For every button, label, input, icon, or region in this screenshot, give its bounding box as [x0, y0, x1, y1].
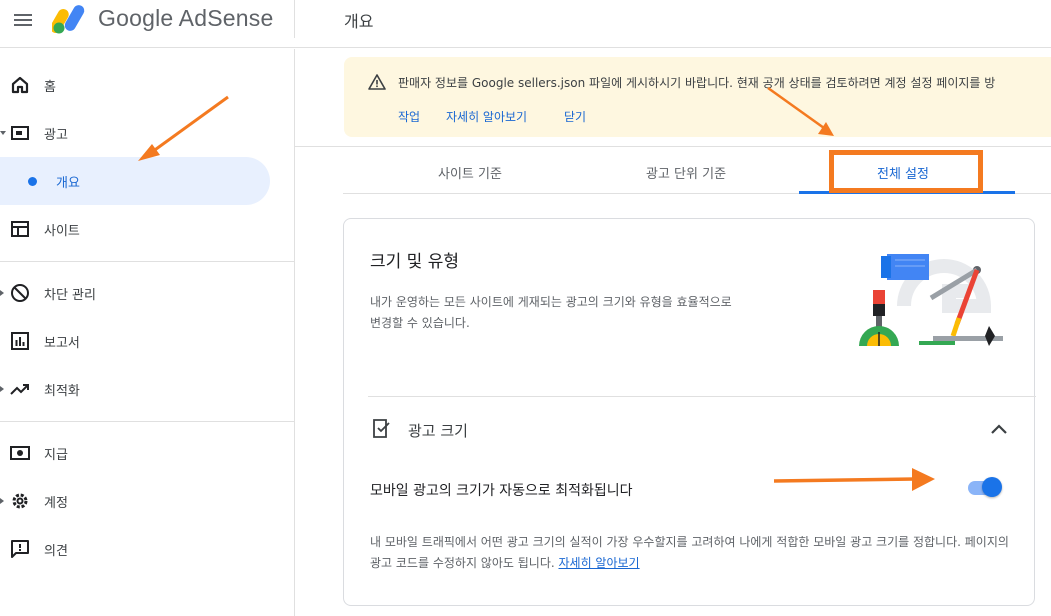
feedback-icon — [11, 540, 29, 558]
section-title-ad-size: 광고 크기 — [408, 422, 468, 440]
block-icon — [11, 284, 29, 302]
setting-description-text: 내 모바일 트래픽에서 어떤 광고 크기의 실적이 가장 우수할지를 고려하여 … — [370, 535, 1009, 570]
trending-up-icon — [10, 384, 29, 395]
sidebar-item-label: 의견 — [44, 544, 68, 559]
reports-icon — [11, 332, 29, 350]
sites-icon — [11, 221, 29, 237]
sidebar-item-payments[interactable]: 지급 — [0, 431, 294, 475]
sidebar: 홈 광고 개요 사이트 차단 관리 보고서 최적화 지급 계정 의견 — [0, 49, 295, 616]
ads-icon — [11, 126, 29, 140]
size-and-type-card: 크기 및 유형 내가 운영하는 모든 사이트에 게재되는 광고의 크기와 유형을… — [343, 218, 1036, 606]
warning-icon — [368, 74, 386, 90]
brand-name: Google AdSense — [98, 5, 274, 31]
page-title: 개요 — [344, 12, 374, 31]
sidebar-item-label: 개요 — [56, 176, 80, 191]
sidebar-item-account[interactable]: 계정 — [0, 479, 294, 523]
expand-caret-icon — [0, 386, 4, 392]
expand-caret-icon — [0, 498, 4, 504]
payments-icon — [10, 446, 30, 460]
design-tools-illustration — [859, 254, 1003, 346]
sidebar-item-feedback[interactable]: 의견 — [0, 527, 294, 571]
tab-by-ad-unit[interactable]: 광고 단위 기준 — [646, 163, 726, 182]
sidebar-item-blocking[interactable]: 차단 관리 — [0, 271, 294, 315]
expand-caret-icon — [0, 290, 4, 296]
sidebar-item-reports[interactable]: 보고서 — [0, 319, 294, 363]
sidebar-item-overview[interactable]: 개요 — [0, 157, 270, 205]
card-title: 크기 및 유형 — [370, 252, 460, 272]
annotation-highlight-box — [829, 150, 983, 193]
mobile-ad-size-setting-label: 모바일 광고의 크기가 자동으로 최적화됩니다 — [370, 483, 633, 499]
banner-action-link[interactable]: 작업 — [398, 108, 420, 125]
header-divider — [294, 0, 295, 38]
hamburger-icon[interactable] — [12, 10, 34, 32]
sidebar-item-label: 지급 — [44, 448, 68, 463]
app-header: Google AdSense 개요 — [0, 0, 1051, 48]
sidebar-item-optimization[interactable]: 최적화 — [0, 367, 294, 411]
sidebar-item-ads[interactable]: 광고 — [0, 111, 294, 155]
tabs-top-divider — [295, 146, 1051, 147]
sidebar-item-label: 홈 — [44, 80, 56, 95]
banner-close-link[interactable]: 닫기 — [564, 108, 586, 125]
mobile-ad-size-toggle[interactable] — [964, 476, 1004, 498]
card-description: 내가 운영하는 모든 사이트에 게재되는 광고의 크기와 유형을 효율적으로 변… — [370, 295, 732, 330]
chevron-up-icon[interactable] — [988, 419, 1010, 439]
tab-by-site[interactable]: 사이트 기준 — [438, 163, 502, 182]
banner-message: 판매자 정보를 Google sellers.json 파일에 게시하시기 바랍… — [398, 76, 996, 90]
home-icon — [11, 76, 29, 94]
ad-size-icon — [373, 419, 390, 438]
setting-description: 내 모바일 트래픽에서 어떤 광고 크기의 실적이 가장 우수할지를 고려하여 … — [370, 532, 1010, 574]
adsense-logo[interactable] — [52, 2, 92, 34]
toggle-knob — [982, 477, 1002, 497]
setting-learn-more-link[interactable]: 자세히 알아보기 — [559, 556, 640, 570]
gear-icon — [12, 493, 28, 509]
sidebar-item-home[interactable]: 홈 — [0, 63, 294, 107]
sidebar-divider — [0, 421, 294, 422]
sidebar-item-label: 광고 — [44, 128, 68, 143]
sidebar-item-label: 최적화 — [44, 384, 80, 399]
banner-learn-more-link[interactable]: 자세히 알아보기 — [446, 108, 527, 125]
sidebar-item-label: 계정 — [44, 496, 68, 511]
sidebar-divider — [0, 261, 294, 262]
sidebar-item-sites[interactable]: 사이트 — [0, 207, 294, 251]
selected-dot-icon — [28, 177, 37, 186]
sidebar-item-label: 차단 관리 — [44, 288, 96, 303]
sellers-json-banner: 판매자 정보를 Google sellers.json 파일에 게시하시기 바랍… — [344, 57, 1051, 137]
card-divider — [368, 396, 1036, 397]
expand-caret-icon — [0, 131, 6, 135]
sidebar-item-label: 보고서 — [44, 336, 80, 351]
sidebar-item-label: 사이트 — [44, 224, 80, 239]
